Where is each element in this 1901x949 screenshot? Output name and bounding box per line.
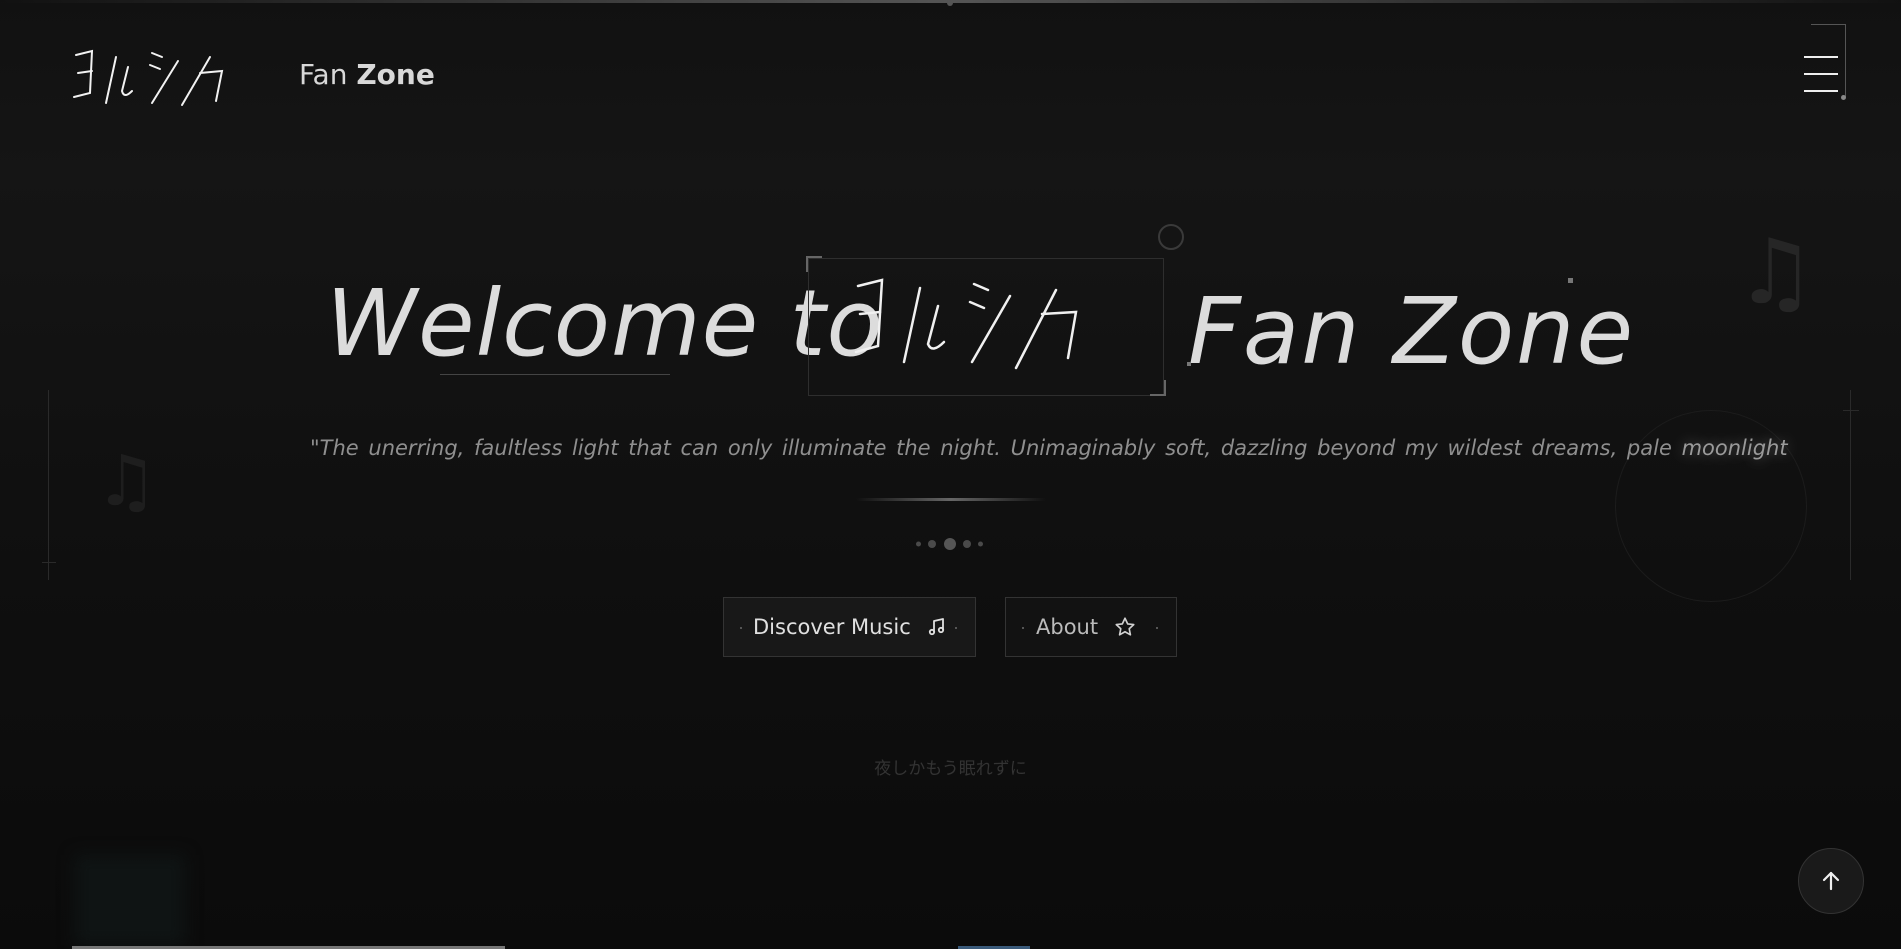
arrow-up-icon xyxy=(1822,871,1840,891)
button-dot xyxy=(1022,627,1024,629)
right-deco-tick xyxy=(1843,410,1859,411)
indicator-dot xyxy=(944,538,956,550)
button-dot xyxy=(1156,627,1158,629)
hamburger-menu-button[interactable] xyxy=(1800,24,1846,100)
music-note-decoration-icon: ♫ xyxy=(95,440,158,522)
indicator-dot xyxy=(963,540,971,548)
about-label: About xyxy=(1036,615,1099,639)
yorushika-logo xyxy=(73,49,224,106)
indicator-dot xyxy=(928,540,936,548)
hamburger-icon-bar xyxy=(1804,90,1838,92)
spark-decoration xyxy=(1187,362,1191,366)
menu-dot xyxy=(1841,95,1846,100)
frame-corner xyxy=(1150,380,1166,396)
discover-music-button[interactable]: Discover Music xyxy=(723,597,976,657)
brand-name: Fan Zone xyxy=(299,58,435,91)
music-note-icon xyxy=(927,617,947,637)
corner-glow xyxy=(75,855,185,945)
japanese-subtitle: 夜しかもう眠れずに xyxy=(874,759,1027,779)
title-fanzone: Fan Zone xyxy=(1188,278,1636,385)
hamburger-icon xyxy=(1804,56,1838,58)
brand-prefix: Fan xyxy=(299,58,348,91)
left-deco-line xyxy=(48,390,49,580)
hero-title: Welcome to Fan Zone xyxy=(0,224,1901,410)
hero-quote: "The unerring, faultless light that can … xyxy=(310,436,1788,460)
logo-link[interactable] xyxy=(70,45,260,110)
yorushika-logo xyxy=(854,278,1078,370)
right-deco-line xyxy=(1850,390,1851,580)
title-logo-box xyxy=(800,224,1184,396)
quote-divider xyxy=(856,498,1046,501)
button-dot xyxy=(740,627,742,629)
dots-indicator xyxy=(916,537,986,551)
menu-frame xyxy=(1811,24,1846,97)
frame-corner xyxy=(806,256,822,272)
title-underline xyxy=(440,374,670,375)
about-button[interactable]: About xyxy=(1005,597,1177,657)
star-icon xyxy=(1114,616,1136,638)
top-border-dot xyxy=(947,0,953,6)
scroll-to-top-button[interactable] xyxy=(1798,848,1864,914)
discover-music-label: Discover Music xyxy=(753,615,911,639)
quote-text: "The unerring, faultless light that can … xyxy=(310,436,1672,460)
spark-decoration xyxy=(1568,278,1573,283)
frame-ring xyxy=(1158,224,1184,250)
left-deco-tick xyxy=(42,562,56,563)
brand-bold: Zone xyxy=(356,58,435,91)
indicator-dot xyxy=(978,541,983,547)
quote-highlight: moonlight xyxy=(1681,436,1788,460)
indicator-dot xyxy=(916,541,921,547)
button-dot xyxy=(955,627,957,629)
hamburger-icon-bar xyxy=(1804,73,1838,75)
